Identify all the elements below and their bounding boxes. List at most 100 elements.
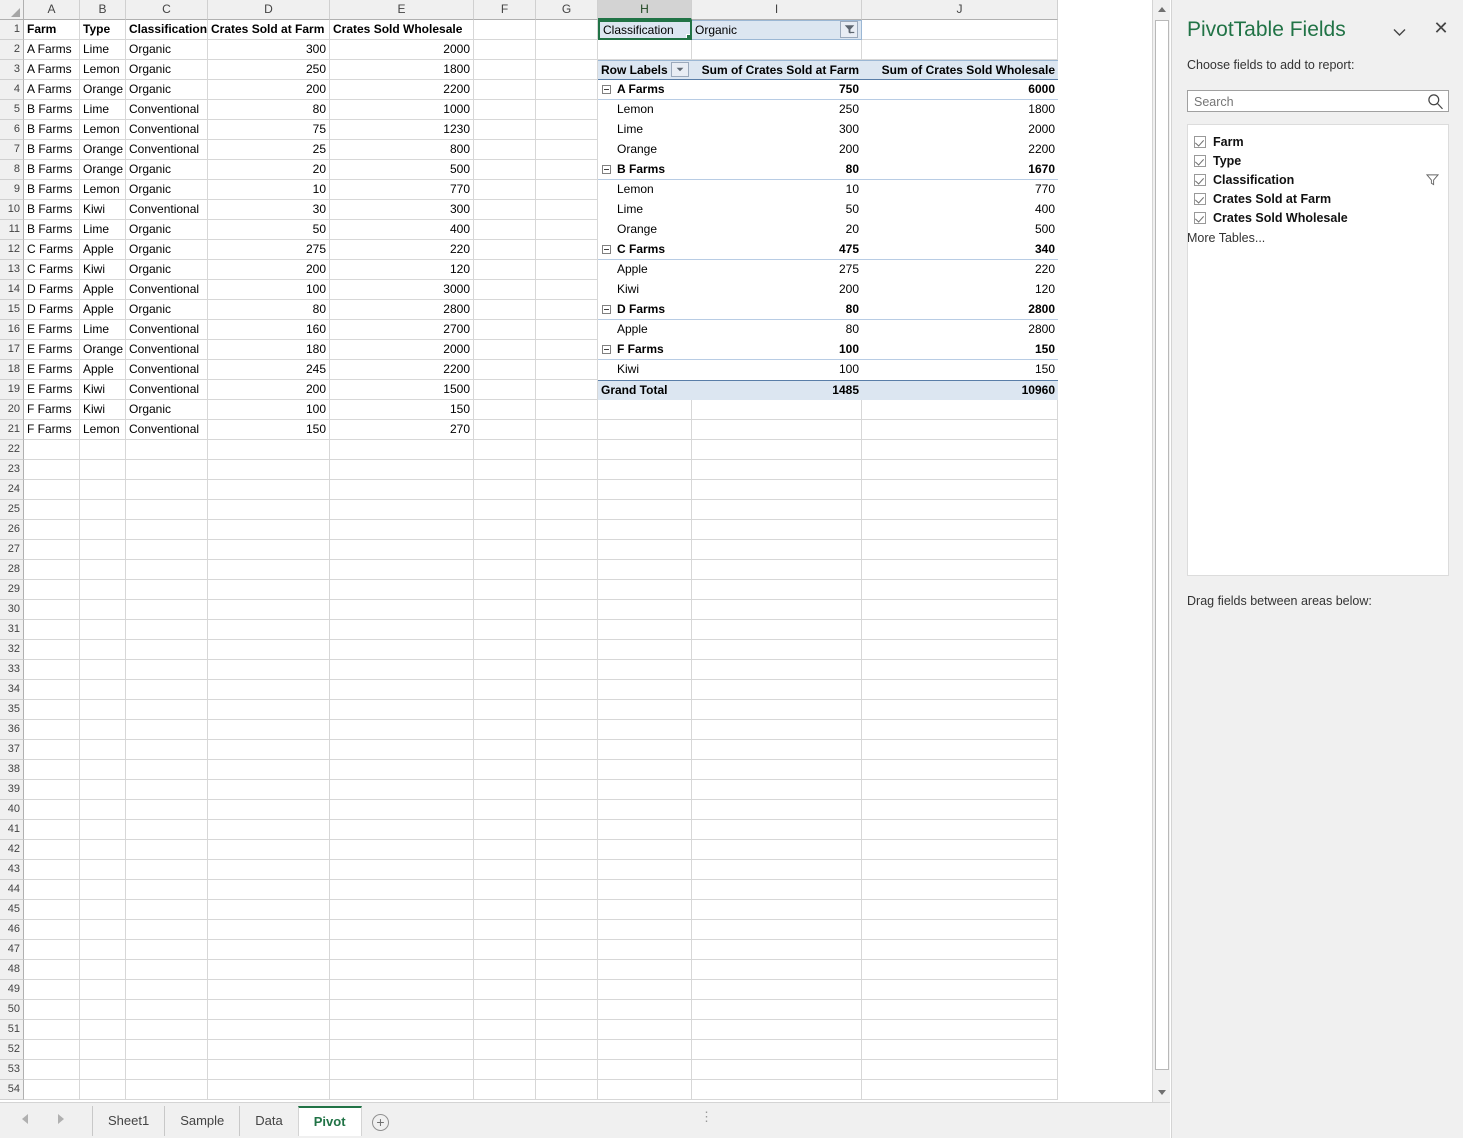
field-list-item[interactable]: Farm <box>1188 132 1448 151</box>
cell-A25[interactable] <box>24 500 80 520</box>
cell-C50[interactable] <box>126 1000 208 1020</box>
cell-C36[interactable] <box>126 720 208 740</box>
pivot-grand-total-farm[interactable]: 1485 <box>692 380 862 400</box>
cell-A20[interactable]: F Farms <box>24 400 80 420</box>
cell-I47[interactable] <box>692 940 862 960</box>
pivot-cell-farm-sum[interactable]: 200 <box>692 140 862 160</box>
cell-J24[interactable] <box>862 480 1058 500</box>
cell-D43[interactable] <box>208 860 330 880</box>
cell-G54[interactable] <box>536 1080 598 1100</box>
checkbox-icon[interactable] <box>1194 155 1206 167</box>
cell-A49[interactable] <box>24 980 80 1000</box>
cell-B13[interactable]: Kiwi <box>80 260 126 280</box>
cell-J2[interactable] <box>862 40 1058 60</box>
column-header-g[interactable]: G <box>536 0 598 20</box>
cell-H28[interactable] <box>598 560 692 580</box>
cell-H49[interactable] <box>598 980 692 1000</box>
cell-C5[interactable]: Conventional <box>126 100 208 120</box>
sheet-tab-pivot[interactable]: Pivot <box>298 1106 362 1136</box>
cell-H47[interactable] <box>598 940 692 960</box>
cell-G30[interactable] <box>536 600 598 620</box>
cell-F52[interactable] <box>474 1040 536 1060</box>
cell-G24[interactable] <box>536 480 598 500</box>
cell-G44[interactable] <box>536 880 598 900</box>
pivot-cell-farm-sum[interactable]: 80 <box>692 300 862 320</box>
cell-I31[interactable] <box>692 620 862 640</box>
collapse-icon[interactable] <box>602 165 611 174</box>
cell-C11[interactable]: Organic <box>126 220 208 240</box>
cell-F18[interactable] <box>474 360 536 380</box>
cell-F49[interactable] <box>474 980 536 1000</box>
cell-A40[interactable] <box>24 800 80 820</box>
cell-I35[interactable] <box>692 700 862 720</box>
cell-D27[interactable] <box>208 540 330 560</box>
cell-A42[interactable] <box>24 840 80 860</box>
cell-C49[interactable] <box>126 980 208 1000</box>
cell-E5[interactable]: 1000 <box>330 100 474 120</box>
row-header-37[interactable]: 37 <box>0 740 24 760</box>
cell-G50[interactable] <box>536 1000 598 1020</box>
cell-D52[interactable] <box>208 1040 330 1060</box>
cell-J41[interactable] <box>862 820 1058 840</box>
cell-A34[interactable] <box>24 680 80 700</box>
select-all-corner[interactable] <box>0 0 24 20</box>
cell-I2[interactable] <box>692 40 862 60</box>
cell-D3[interactable]: 250 <box>208 60 330 80</box>
collapse-icon[interactable] <box>602 345 611 354</box>
cell-F47[interactable] <box>474 940 536 960</box>
column-header-c[interactable]: C <box>126 0 208 20</box>
cell-B2[interactable]: Lime <box>80 40 126 60</box>
cell-B30[interactable] <box>80 600 126 620</box>
cell-B45[interactable] <box>80 900 126 920</box>
cell-D8[interactable]: 20 <box>208 160 330 180</box>
cell-G22[interactable] <box>536 440 598 460</box>
cell-I50[interactable] <box>692 1000 862 1020</box>
pivot-filter-field-label[interactable]: Classification <box>598 20 692 40</box>
cell-F3[interactable] <box>474 60 536 80</box>
cell-B15[interactable]: Apple <box>80 300 126 320</box>
cell-A51[interactable] <box>24 1020 80 1040</box>
cell-H50[interactable] <box>598 1000 692 1020</box>
cell-D37[interactable] <box>208 740 330 760</box>
cell-A16[interactable]: E Farms <box>24 320 80 340</box>
pivot-cell-wholesale-sum[interactable]: 150 <box>862 360 1058 380</box>
column-header-i[interactable]: I <box>692 0 862 20</box>
row-header-32[interactable]: 32 <box>0 640 24 660</box>
cell-I51[interactable] <box>692 1020 862 1040</box>
cell-A37[interactable] <box>24 740 80 760</box>
column-header-h[interactable]: H <box>598 0 692 20</box>
cell-I32[interactable] <box>692 640 862 660</box>
cell-D49[interactable] <box>208 980 330 1000</box>
cell-J38[interactable] <box>862 760 1058 780</box>
cell-C43[interactable] <box>126 860 208 880</box>
cell-H34[interactable] <box>598 680 692 700</box>
scroll-down-button[interactable] <box>1154 1084 1170 1101</box>
cell-G5[interactable] <box>536 100 598 120</box>
cell-G26[interactable] <box>536 520 598 540</box>
cell-A2[interactable]: A Farms <box>24 40 80 60</box>
cell-C23[interactable] <box>126 460 208 480</box>
cell-E36[interactable] <box>330 720 474 740</box>
cell-F32[interactable] <box>474 640 536 660</box>
nav-prev-icon[interactable] <box>18 1111 32 1127</box>
cell-F31[interactable] <box>474 620 536 640</box>
cell-F20[interactable] <box>474 400 536 420</box>
cell-G9[interactable] <box>536 180 598 200</box>
cell-F22[interactable] <box>474 440 536 460</box>
cell-I21[interactable] <box>692 420 862 440</box>
cell-C34[interactable] <box>126 680 208 700</box>
cell-E50[interactable] <box>330 1000 474 1020</box>
cell-A17[interactable]: E Farms <box>24 340 80 360</box>
cell-G29[interactable] <box>536 580 598 600</box>
collapse-icon[interactable] <box>602 245 611 254</box>
cell-G35[interactable] <box>536 700 598 720</box>
checkbox-icon[interactable] <box>1194 174 1206 186</box>
cell-B25[interactable] <box>80 500 126 520</box>
cell-I25[interactable] <box>692 500 862 520</box>
pivot-cell-farm-sum[interactable]: 80 <box>692 320 862 340</box>
cell-D36[interactable] <box>208 720 330 740</box>
cell-E12[interactable]: 220 <box>330 240 474 260</box>
cell-F11[interactable] <box>474 220 536 240</box>
cell-F26[interactable] <box>474 520 536 540</box>
cell-I28[interactable] <box>692 560 862 580</box>
